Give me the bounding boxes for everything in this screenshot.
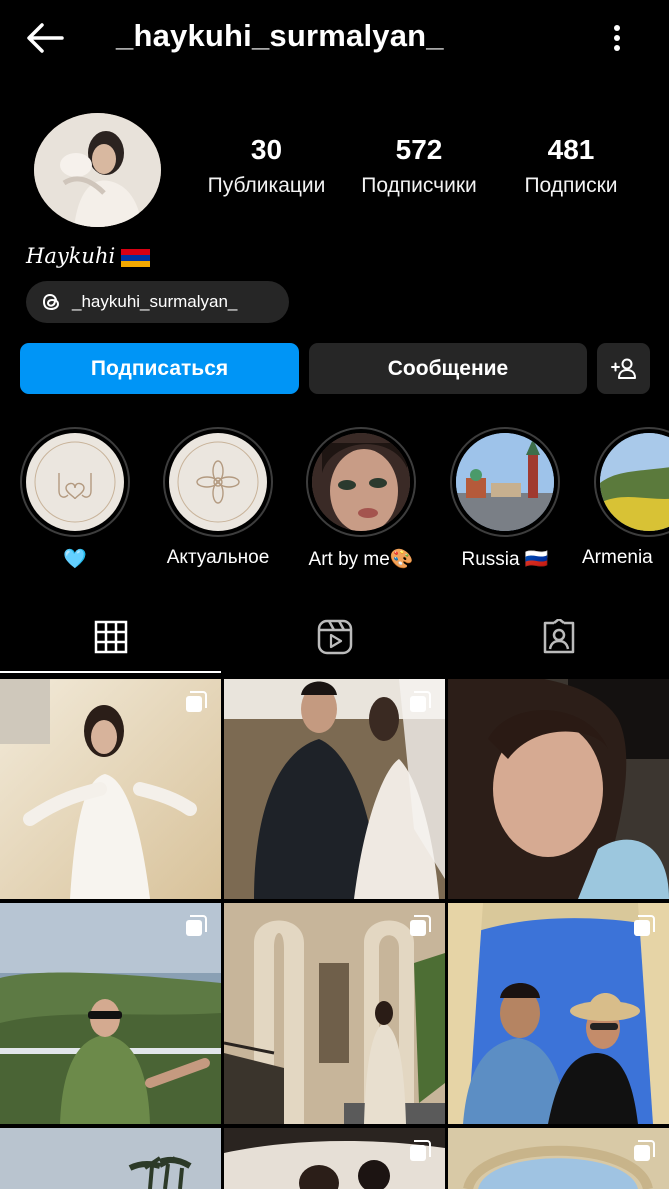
carousel-icon bbox=[410, 691, 431, 712]
threads-link[interactable]: _haykuhi_surmalyan_ bbox=[26, 281, 289, 323]
profile-username-title: _haykuhi_surmalyan_ bbox=[116, 18, 444, 53]
followers-count: 572 bbox=[395, 134, 443, 165]
active-tab-indicator bbox=[0, 671, 221, 673]
more-vertical-icon bbox=[614, 25, 620, 51]
carousel-icon bbox=[410, 915, 431, 936]
stat-followers[interactable]: 572 Подписчики bbox=[347, 134, 491, 198]
carousel-icon bbox=[634, 1140, 655, 1161]
message-button-label: Сообщение bbox=[387, 356, 509, 380]
post-thumbnail[interactable] bbox=[224, 679, 445, 899]
follow-button-label: Подписаться bbox=[90, 356, 229, 380]
display-name: Haykuhi bbox=[26, 244, 116, 268]
post-thumbnail[interactable] bbox=[0, 1128, 221, 1189]
carousel-icon bbox=[186, 915, 207, 936]
carousel-icon bbox=[634, 915, 655, 936]
back-button[interactable] bbox=[22, 20, 66, 56]
carousel-icon bbox=[186, 691, 207, 712]
arrow-left-icon bbox=[27, 23, 64, 53]
reels-icon bbox=[317, 619, 352, 655]
post-thumbnail[interactable] bbox=[0, 679, 221, 899]
grid-icon bbox=[94, 620, 127, 654]
posts-label: Публикации bbox=[207, 174, 326, 197]
highlight-item[interactable]: 🩵 bbox=[20, 427, 130, 571]
highlight-label: Актуальное bbox=[166, 547, 270, 568]
message-button[interactable]: Сообщение bbox=[309, 343, 587, 394]
add-person-icon bbox=[610, 358, 636, 379]
more-options-button[interactable] bbox=[604, 20, 630, 56]
threads-handle: _haykuhi_surmalyan_ bbox=[72, 292, 238, 311]
carousel-icon bbox=[410, 1140, 431, 1161]
post-thumbnail[interactable] bbox=[0, 903, 221, 1124]
highlight-item[interactable]: Art by me🎨 bbox=[306, 427, 416, 571]
post-thumbnail[interactable] bbox=[448, 679, 669, 899]
tab-reels[interactable] bbox=[223, 605, 446, 669]
tagged-icon bbox=[543, 619, 574, 654]
following-label: Подписки bbox=[524, 174, 618, 197]
posts-count: 30 bbox=[250, 134, 283, 165]
armenia-flag-icon bbox=[121, 249, 150, 267]
following-count: 481 bbox=[547, 134, 595, 165]
threads-icon bbox=[42, 293, 60, 311]
highlight-item[interactable]: Russia 🇷🇺 bbox=[450, 427, 560, 571]
post-thumbnail[interactable] bbox=[224, 903, 445, 1124]
highlight-item[interactable]: Armenia bbox=[582, 427, 669, 569]
tab-posts-grid[interactable] bbox=[0, 605, 221, 669]
stat-posts[interactable]: 30 Публикации bbox=[195, 134, 338, 198]
avatar[interactable] bbox=[34, 113, 161, 227]
highlight-label: Armenia bbox=[582, 547, 653, 568]
follow-button[interactable]: Подписаться bbox=[20, 343, 299, 394]
highlight-label: 🩵 bbox=[63, 549, 87, 570]
stat-following[interactable]: 481 Подписки bbox=[508, 134, 634, 198]
post-thumbnail[interactable] bbox=[448, 903, 669, 1124]
highlight-label: Art by me🎨 bbox=[308, 549, 414, 570]
post-thumbnail[interactable] bbox=[224, 1128, 445, 1189]
tab-tagged[interactable] bbox=[448, 605, 669, 669]
highlight-label: Russia 🇷🇺 bbox=[461, 549, 549, 570]
highlight-item[interactable]: Актуальное bbox=[163, 427, 273, 569]
followers-label: Подписчики bbox=[361, 174, 477, 197]
post-thumbnail[interactable] bbox=[448, 1128, 669, 1189]
suggest-people-button[interactable] bbox=[597, 343, 650, 394]
